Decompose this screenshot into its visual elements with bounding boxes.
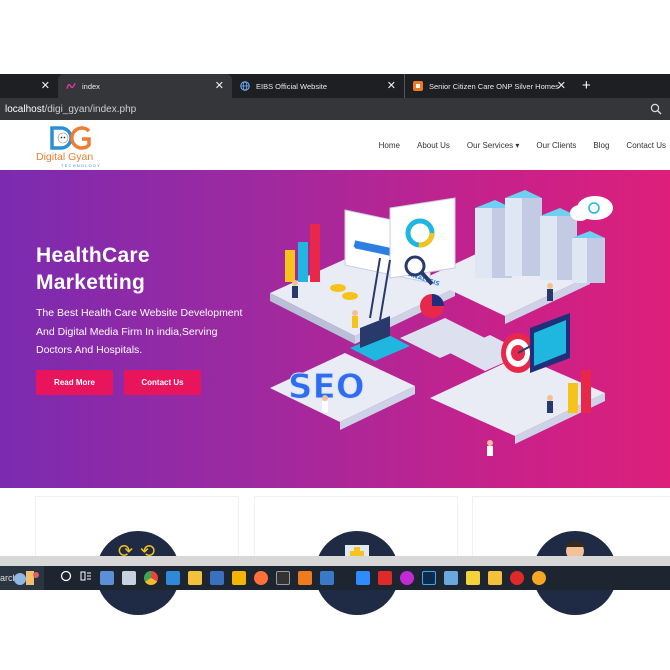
hero-title-line-2: Marketting (36, 271, 146, 294)
vscode-icon[interactable] (166, 571, 180, 585)
hero-title-line-1: HealthCare (36, 244, 150, 267)
tab-label: EIBS Official Website (256, 81, 328, 91)
firefox-icon[interactable] (254, 571, 268, 585)
zoom-app-icon[interactable] (356, 571, 370, 585)
site-favicon-icon (66, 81, 76, 91)
zoom-icon[interactable] (650, 102, 664, 116)
widgets-icon[interactable] (80, 569, 92, 587)
nav-about-us[interactable]: About Us (417, 141, 450, 150)
photoshop-icon[interactable] (422, 571, 436, 585)
hero-illustration: MONITORING ANALYSIS SEO (270, 190, 613, 456)
search-doodle-icon (14, 571, 39, 585)
browser-tab-bar: ✕ index ✕ EIBS Official Website ✕ Senior… (0, 74, 670, 98)
main-nav: Home About Us Our Services ▾ Our Clients… (379, 141, 666, 150)
tab-senior-care[interactable]: Senior Citizen Care ONP Silver Homes ✕ (404, 74, 574, 98)
calculator-icon[interactable] (100, 571, 114, 585)
address-bar[interactable]: localhost/digi_gyan/index.php (0, 98, 670, 120)
logo-subtext: TECHNOLOGY (61, 163, 102, 168)
url-text[interactable]: localhost/digi_gyan/index.php (5, 104, 136, 115)
recorder-icon[interactable] (510, 571, 524, 585)
close-icon[interactable]: ✕ (215, 79, 224, 93)
app-icon[interactable] (444, 571, 458, 585)
sublime-icon[interactable] (232, 571, 246, 585)
os-taskbar: arch (0, 566, 670, 590)
photos-icon[interactable] (210, 571, 224, 585)
nav-contact-us[interactable]: Contact Us (626, 141, 666, 150)
close-icon[interactable]: ✕ (557, 79, 566, 93)
url-path: /digi_gyan/index.php (44, 103, 137, 115)
cloud-icon (570, 196, 613, 221)
tab-eibs[interactable]: EIBS Official Website ✕ (232, 74, 404, 98)
service-card[interactable] (472, 496, 670, 615)
nav-blog[interactable]: Blog (593, 141, 609, 150)
file-explorer-icon[interactable] (188, 571, 202, 585)
service-card[interactable] (254, 496, 458, 615)
nav-home[interactable]: Home (379, 141, 400, 150)
services-cards: ⟳ ⟲ (0, 488, 670, 615)
nav-our-services[interactable]: Our Services ▾ (467, 141, 519, 150)
chrome-icon[interactable] (144, 571, 158, 585)
folder-icon[interactable] (488, 571, 502, 585)
hero-banner: HealthCare Marketting The Best Health Ca… (0, 170, 670, 488)
close-icon[interactable]: ✕ (387, 79, 396, 93)
acrobat-icon[interactable] (378, 571, 392, 585)
window-gap (0, 556, 670, 566)
site-header: Digital Gyan TECHNOLOGY Home About Us Ou… (0, 120, 670, 170)
logo-text: Digital Gyan (36, 151, 94, 163)
tab-index[interactable]: index ✕ (58, 74, 232, 98)
notes-icon[interactable] (466, 571, 480, 585)
files-icon[interactable] (122, 571, 136, 585)
close-icon[interactable]: ✕ (41, 79, 50, 93)
url-host: localhost (5, 103, 45, 115)
media-icon[interactable] (400, 571, 414, 585)
xampp-icon[interactable] (298, 571, 312, 585)
hero-title: HealthCare Marketting (36, 242, 150, 296)
globe-icon (240, 81, 250, 91)
tab-label: index (82, 81, 100, 91)
screenshot: ✕ index ✕ EIBS Official Website ✕ Senior… (0, 0, 670, 670)
nav-our-clients[interactable]: Our Clients (536, 141, 576, 150)
site-favicon-icon (413, 81, 423, 91)
site-logo[interactable]: Digital Gyan TECHNOLOGY (35, 125, 110, 168)
weather-icon[interactable] (532, 571, 546, 585)
read-more-button[interactable]: Read More (36, 370, 113, 395)
taskbar-icons (60, 569, 546, 587)
terminal-icon[interactable] (276, 571, 290, 585)
logo-mark-icon (50, 126, 91, 150)
taskbar-search[interactable]: arch (0, 566, 44, 590)
network-icon[interactable] (320, 571, 334, 585)
new-tab-button[interactable]: + (582, 74, 591, 98)
hero-subtitle: The Best Health Care Website Development… (36, 307, 243, 356)
tab-label: Senior Citizen Care ONP Silver Homes (429, 81, 559, 91)
tab-previous[interactable]: ✕ (0, 74, 58, 98)
task-view-icon[interactable] (60, 569, 72, 587)
service-card[interactable]: ⟳ ⟲ (35, 496, 239, 615)
contact-us-button[interactable]: Contact Us (124, 370, 201, 395)
